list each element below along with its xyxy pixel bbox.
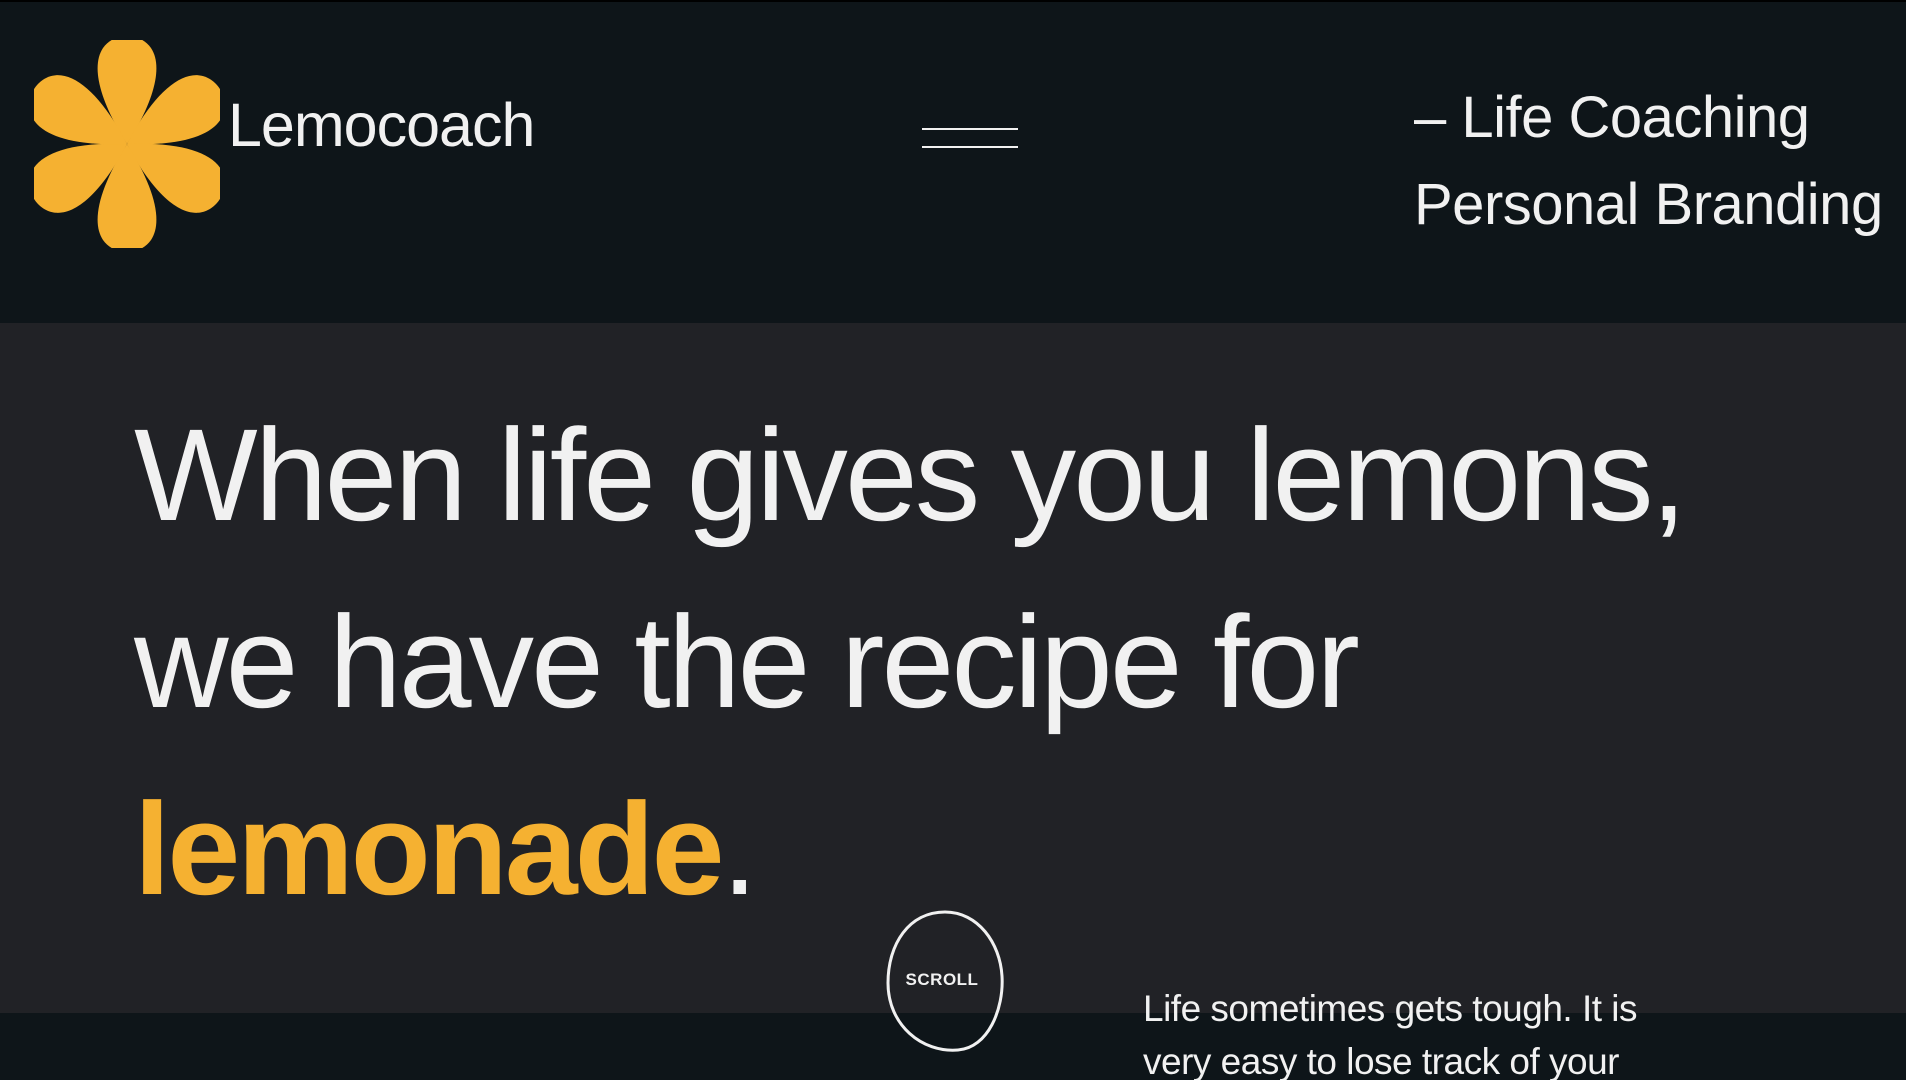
services-navigation: – Life Coaching Personal Branding — [1414, 74, 1883, 248]
scroll-button[interactable]: SCROLL — [884, 908, 1008, 1054]
service-link-life-coaching[interactable]: – Life Coaching — [1414, 74, 1883, 161]
headline-highlight: lemonade — [134, 775, 725, 922]
intro-paragraph: Life sometimes gets tough. It is very ea… — [1143, 988, 1638, 1080]
scroll-label: SCROLL — [905, 970, 979, 989]
lemon-flower-icon — [34, 40, 220, 248]
headline-line-one: When life gives you lemons, — [134, 401, 1687, 548]
headline-line-two: we have the recipe for — [134, 588, 1360, 735]
menu-line-top — [922, 128, 1018, 130]
menu-line-bottom — [922, 146, 1018, 148]
menu-button[interactable] — [920, 120, 1020, 160]
brand-name: Lemocoach — [228, 91, 535, 159]
headline-punctuation: . — [721, 775, 758, 922]
landing-page: Lemocoach – Life Coaching Personal Brand… — [0, 0, 1906, 1080]
site-header: Lemocoach – Life Coaching Personal Brand… — [0, 0, 1906, 323]
hero-headline: When life gives you lemons, we have the … — [134, 381, 1687, 942]
service-link-personal-branding[interactable]: Personal Branding — [1414, 161, 1883, 248]
